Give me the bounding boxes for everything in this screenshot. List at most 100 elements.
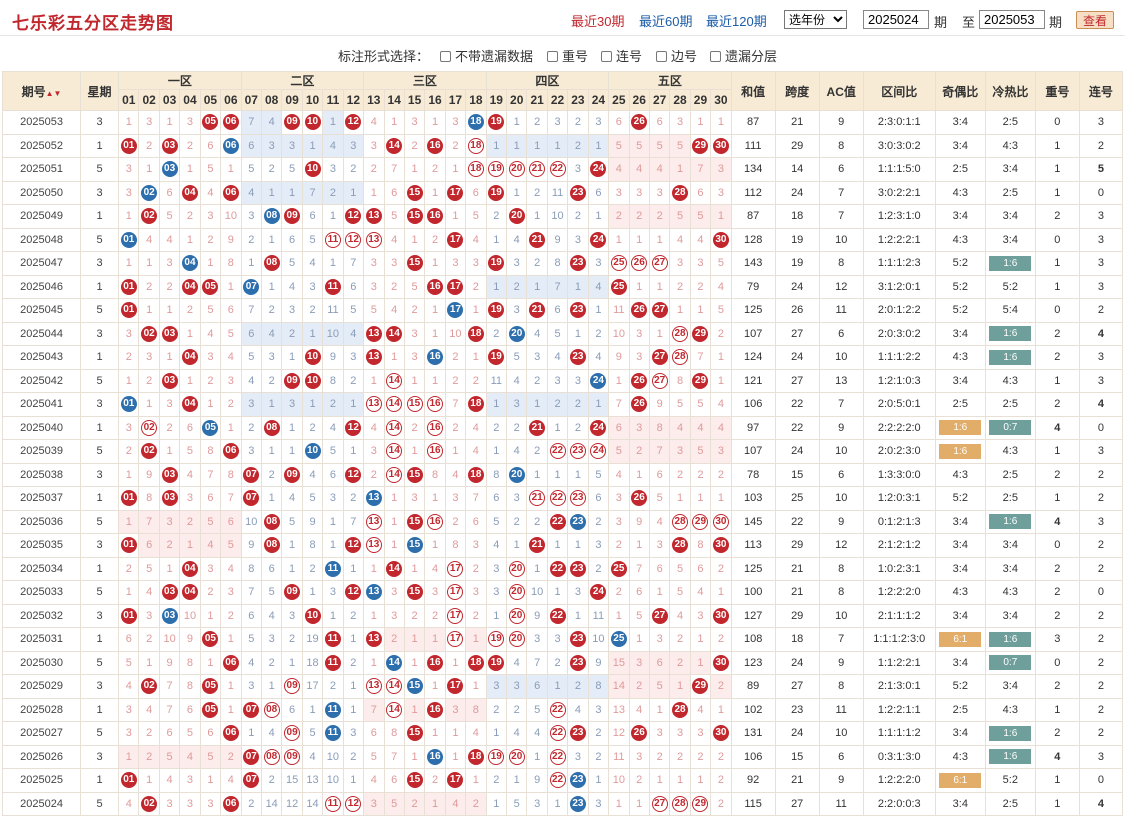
number-cell: 9 xyxy=(648,392,671,417)
number-cell: 25 xyxy=(608,274,630,299)
option-edge[interactable]: 边号 xyxy=(656,46,697,65)
number-cell: 18 xyxy=(301,650,324,675)
period-to-input[interactable] xyxy=(979,10,1045,29)
number-cell: 4 xyxy=(322,415,344,440)
consecutive-cell: 0 xyxy=(1078,768,1124,793)
number-cell: 3 xyxy=(158,791,181,816)
repeat-cell: 4 xyxy=(1034,415,1080,440)
number-cell: 2 xyxy=(138,368,160,393)
hot-cold-value: 2:5 xyxy=(1002,398,1018,411)
ac-cell: 8 xyxy=(818,251,864,276)
number-cell: 18 xyxy=(465,321,487,346)
drawn-ball: 15 xyxy=(406,725,423,742)
number-cell: 22 xyxy=(546,768,569,793)
number-cell: 11 xyxy=(322,227,344,252)
number-cell: 17 xyxy=(444,180,467,205)
recent-120-link[interactable]: 最近120期 xyxy=(706,11,767,30)
number-cell: 3 xyxy=(628,321,650,346)
drawn-ball: 12 xyxy=(345,795,362,812)
number-cell: 14 xyxy=(383,439,405,464)
number-cell: 08 xyxy=(260,697,283,722)
number-cell: 1 xyxy=(118,368,140,393)
hot-cold-value: 4:3 xyxy=(1002,586,1018,599)
drawn-ball: 12 xyxy=(345,231,362,248)
query-button[interactable]: 查看 xyxy=(1076,11,1114,29)
number-cell: 6 xyxy=(648,110,671,135)
odd-even-value: 4:3 xyxy=(952,586,968,599)
drawn-ball: 13 xyxy=(365,513,382,530)
weekday-cell: 1 xyxy=(80,486,120,511)
number-cell: 1 xyxy=(648,227,671,252)
consecutive-cell: 2 xyxy=(1078,556,1124,581)
number-cell: 1 xyxy=(424,298,446,323)
checkbox-icon[interactable] xyxy=(710,51,721,62)
drawn-ball: 30 xyxy=(712,513,729,530)
number-cell: 4 xyxy=(220,556,242,581)
ac-cell: 11 xyxy=(818,298,864,323)
hot-cold-value: 1:6 xyxy=(989,326,1032,342)
number-cell: 28 xyxy=(669,697,691,722)
checkbox-icon[interactable] xyxy=(601,51,612,62)
number-cell: 15 xyxy=(403,180,426,205)
drawn-ball: 18 xyxy=(467,114,484,131)
number-cell: 6 xyxy=(322,462,344,487)
drawn-ball: 19 xyxy=(488,114,505,131)
option-no-miss[interactable]: 不带遗漏数据 xyxy=(440,46,533,65)
number-cell: 4 xyxy=(363,415,385,440)
number-cell: 6 xyxy=(689,180,712,205)
sort-arrow-icon[interactable]: ▲▼ xyxy=(46,89,62,98)
repeat-cell: 1 xyxy=(1034,697,1080,722)
number-cell: 16 xyxy=(424,415,446,440)
number-cell: 19 xyxy=(485,180,508,205)
consecutive-cell: 3 xyxy=(1078,251,1124,276)
sum-cell: 143 xyxy=(730,251,776,276)
ac-cell: 7 xyxy=(818,392,864,417)
drawn-ball: 21 xyxy=(529,302,546,319)
number-cell: 14 xyxy=(383,133,405,158)
option-consecutive[interactable]: 连号 xyxy=(601,46,642,65)
hot-cold-value: 2:5 xyxy=(1002,468,1018,481)
number-cell: 2 xyxy=(710,321,732,346)
number-cell: 8 xyxy=(220,462,242,487)
hot-cold-cell: 1:6 xyxy=(984,321,1036,346)
option-repeat[interactable]: 重号 xyxy=(547,46,588,65)
number-cell: 3 xyxy=(342,133,365,158)
drawn-ball: 24 xyxy=(590,161,607,178)
drawn-ball: 22 xyxy=(549,607,566,624)
number-cell: 15 xyxy=(403,462,426,487)
drawn-ball: 26 xyxy=(631,372,648,389)
checkbox-icon[interactable] xyxy=(440,51,451,62)
checkbox-icon[interactable] xyxy=(547,51,558,62)
hot-cold-cell: 4:3 xyxy=(984,697,1036,722)
drawn-ball: 14 xyxy=(386,466,403,483)
number-cell: 1 xyxy=(710,580,732,605)
repeat-cell: 4 xyxy=(1034,509,1080,534)
year-select[interactable]: 选年份 xyxy=(784,10,847,29)
period-cell: 2025043 xyxy=(1,345,82,370)
drawn-ball: 01 xyxy=(120,278,137,295)
drawn-ball: 26 xyxy=(631,725,648,742)
number-cell: 7 xyxy=(240,298,262,323)
recent-60-link[interactable]: 最近60期 xyxy=(639,11,692,30)
col-period[interactable]: 期号▲▼ xyxy=(1,71,82,111)
option-miss-layer[interactable]: 遗漏分层 xyxy=(710,46,777,65)
number-cell: 2 xyxy=(342,744,365,769)
odd-even-value: 3:4 xyxy=(952,797,968,810)
weekday-cell: 1 xyxy=(80,133,120,158)
number-cell: 5 xyxy=(281,509,303,534)
number-cell: 07 xyxy=(240,274,262,299)
drawn-ball: 22 xyxy=(549,443,566,460)
number-cell: 4 xyxy=(342,321,365,346)
drawn-ball: 07 xyxy=(243,490,260,507)
recent-30-link[interactable]: 最近30期 xyxy=(571,11,624,30)
number-cell: 1 xyxy=(485,133,508,158)
number-cell: 3 xyxy=(199,791,222,816)
checkbox-icon[interactable] xyxy=(656,51,667,62)
number-cell: 2 xyxy=(240,227,262,252)
period-from-input[interactable] xyxy=(863,10,929,29)
number-cell: 2 xyxy=(158,533,181,558)
repeat-cell: 0 xyxy=(1034,533,1080,558)
number-cell: 1 xyxy=(546,791,569,816)
number-cell: 15 xyxy=(403,204,426,229)
sum-cell: 78 xyxy=(730,462,776,487)
